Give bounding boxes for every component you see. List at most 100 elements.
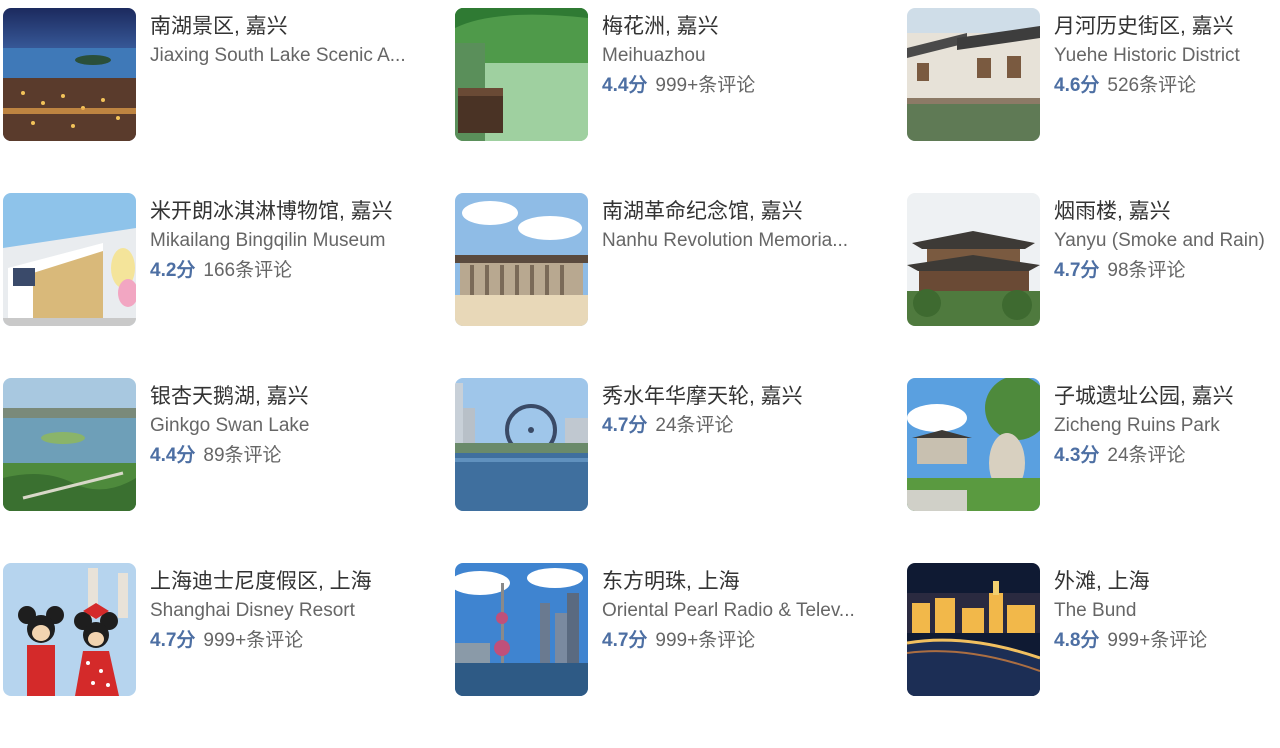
review-count[interactable]: 166条评论: [203, 260, 292, 281]
meihuazhou-green-river-boat-image: [455, 8, 588, 141]
attractions-grid: 南湖景区, 嘉兴 Jiaxing South Lake Scenic A... …: [3, 8, 1280, 748]
mickey-minnie-castle-image: [3, 563, 136, 696]
attraction-meta: 4.8分 999+条评论: [1054, 626, 1280, 656]
attraction-card[interactable]: 东方明珠, 上海 Oriental Pearl Radio & Telev...…: [455, 563, 907, 748]
attraction-info: 银杏天鹅湖, 嘉兴 Ginkgo Swan Lake 4.4分 89条评论: [150, 378, 455, 471]
attraction-photo[interactable]: [907, 378, 1040, 511]
attraction-info: 外滩, 上海 The Bund 4.8分 999+条评论: [1054, 563, 1280, 656]
attraction-subtitle: Zicheng Ruins Park: [1054, 415, 1220, 436]
attraction-photo[interactable]: [3, 193, 136, 326]
rating-score: 4.7分: [602, 630, 648, 651]
attraction-subtitle: Mikailang Bingqilin Museum: [150, 230, 386, 251]
attraction-info: 东方明珠, 上海 Oriental Pearl Radio & Telev...…: [602, 563, 907, 656]
rating-score: 4.8分: [1054, 630, 1100, 651]
attraction-card[interactable]: 外滩, 上海 The Bund 4.8分 999+条评论: [907, 563, 1280, 748]
attraction-title[interactable]: 南湖景区, 嘉兴: [150, 12, 455, 41]
attraction-subtitle: Yuehe Historic District: [1054, 45, 1240, 66]
attraction-info: 秀水年华摩天轮, 嘉兴 4.7分 24条评论: [602, 378, 907, 441]
attraction-card[interactable]: 南湖景区, 嘉兴 Jiaxing South Lake Scenic A...: [3, 8, 455, 193]
attraction-info: 南湖景区, 嘉兴 Jiaxing South Lake Scenic A...: [150, 8, 455, 71]
attraction-photo[interactable]: [907, 563, 1040, 696]
attraction-subtitle: The Bund: [1054, 600, 1137, 621]
yanyu-pavilion-image: [907, 193, 1040, 326]
attraction-subtitle: Nanhu Revolution Memoria...: [602, 230, 849, 251]
swan-lake-aerial-image: [3, 378, 136, 511]
rating-score: 4.3分: [1054, 445, 1100, 466]
rating-score: 4.4分: [150, 445, 196, 466]
attraction-card[interactable]: 子城遗址公园, 嘉兴 Zicheng Ruins Park 4.3分 24条评论: [907, 378, 1280, 563]
attraction-meta: 4.6分 526条评论: [1054, 71, 1280, 101]
south-lake-night-aerial-image: [3, 8, 136, 141]
review-count[interactable]: 24条评论: [655, 415, 733, 436]
attraction-photo[interactable]: [455, 378, 588, 511]
attraction-card[interactable]: 月河历史街区, 嘉兴 Yuehe Historic District 4.6分 5…: [907, 8, 1280, 193]
ice-cream-museum-building-image: [3, 193, 136, 326]
attraction-title[interactable]: 秀水年华摩天轮, 嘉兴: [602, 382, 907, 411]
oriental-pearl-skyline-image: [455, 563, 588, 696]
attraction-info: 梅花洲, 嘉兴 Meihuazhou 4.4分 999+条评论: [602, 8, 907, 101]
review-count[interactable]: 98条评论: [1107, 260, 1185, 281]
attraction-card[interactable]: 秀水年华摩天轮, 嘉兴 4.7分 24条评论: [455, 378, 907, 563]
review-count[interactable]: 999+条评论: [655, 75, 755, 96]
rating-score: 4.7分: [150, 630, 196, 651]
attraction-card[interactable]: 烟雨楼, 嘉兴 Yanyu (Smoke and Rain) 4.7分 98条评论: [907, 193, 1280, 378]
zicheng-gate-stone-image: [907, 378, 1040, 511]
attraction-title[interactable]: 外滩, 上海: [1054, 567, 1280, 596]
attraction-title[interactable]: 月河历史街区, 嘉兴: [1054, 12, 1280, 41]
attraction-meta: 4.7分 24条评论: [602, 411, 907, 441]
attraction-card[interactable]: 梅花洲, 嘉兴 Meihuazhou 4.4分 999+条评论: [455, 8, 907, 193]
attraction-subtitle: Yanyu (Smoke and Rain): [1054, 230, 1265, 251]
attraction-info: 子城遗址公园, 嘉兴 Zicheng Ruins Park 4.3分 24条评论: [1054, 378, 1280, 471]
attraction-subtitle: Oriental Pearl Radio & Telev...: [602, 600, 855, 621]
attraction-title[interactable]: 银杏天鹅湖, 嘉兴: [150, 382, 455, 411]
attraction-info: 上海迪士尼度假区, 上海 Shanghai Disney Resort 4.7分…: [150, 563, 455, 656]
attraction-meta: 4.4分 89条评论: [150, 441, 455, 471]
attraction-photo[interactable]: [455, 193, 588, 326]
review-count[interactable]: 89条评论: [203, 445, 281, 466]
attraction-title[interactable]: 梅花洲, 嘉兴: [602, 12, 907, 41]
attraction-meta: 4.3分 24条评论: [1054, 441, 1280, 471]
attraction-subtitle: Meihuazhou: [602, 45, 706, 66]
rating-score: 4.7分: [1054, 260, 1100, 281]
attraction-info: 米开朗冰淇淋博物馆, 嘉兴 Mikailang Bingqilin Museum…: [150, 193, 455, 286]
attraction-photo[interactable]: [3, 8, 136, 141]
attraction-meta: 4.7分 98条评论: [1054, 256, 1280, 286]
rating-score: 4.6分: [1054, 75, 1100, 96]
attraction-card[interactable]: 米开朗冰淇淋博物馆, 嘉兴 Mikailang Bingqilin Museum…: [3, 193, 455, 378]
attraction-title[interactable]: 烟雨楼, 嘉兴: [1054, 197, 1280, 226]
attraction-info: 南湖革命纪念馆, 嘉兴 Nanhu Revolution Memoria...: [602, 193, 907, 256]
attraction-subtitle: Jiaxing South Lake Scenic A...: [150, 45, 406, 66]
attraction-photo[interactable]: [3, 563, 136, 696]
review-count[interactable]: 999+条评论: [1107, 630, 1207, 651]
attraction-photo[interactable]: [907, 8, 1040, 141]
attraction-title[interactable]: 上海迪士尼度假区, 上海: [150, 567, 455, 596]
rating-score: 4.4分: [602, 75, 648, 96]
attraction-photo[interactable]: [455, 563, 588, 696]
attraction-meta: 4.7分 999+条评论: [602, 626, 907, 656]
attraction-photo[interactable]: [455, 8, 588, 141]
rating-score: 4.7分: [602, 415, 648, 436]
review-count[interactable]: 24条评论: [1107, 445, 1185, 466]
attraction-title[interactable]: 东方明珠, 上海: [602, 567, 907, 596]
attraction-card[interactable]: 上海迪士尼度假区, 上海 Shanghai Disney Resort 4.7分…: [3, 563, 455, 748]
yuehe-old-houses-canal-image: [907, 8, 1040, 141]
review-count[interactable]: 999+条评论: [203, 630, 303, 651]
attraction-card[interactable]: 银杏天鹅湖, 嘉兴 Ginkgo Swan Lake 4.4分 89条评论: [3, 378, 455, 563]
attraction-info: 烟雨楼, 嘉兴 Yanyu (Smoke and Rain) 4.7分 98条评论: [1054, 193, 1280, 286]
attraction-meta: 4.4分 999+条评论: [602, 71, 907, 101]
attraction-photo[interactable]: [907, 193, 1040, 326]
attraction-meta: 4.7分 999+条评论: [150, 626, 455, 656]
review-count[interactable]: 526条评论: [1107, 75, 1196, 96]
attraction-title[interactable]: 米开朗冰淇淋博物馆, 嘉兴: [150, 197, 455, 226]
memorial-hall-columns-image: [455, 193, 588, 326]
attraction-title[interactable]: 子城遗址公园, 嘉兴: [1054, 382, 1280, 411]
attraction-info: 月河历史街区, 嘉兴 Yuehe Historic District 4.6分 5…: [1054, 8, 1280, 101]
attraction-subtitle: Shanghai Disney Resort: [150, 600, 355, 621]
ferris-wheel-lake-image: [455, 378, 588, 511]
attraction-photo[interactable]: [3, 378, 136, 511]
review-count[interactable]: 999+条评论: [655, 630, 755, 651]
attraction-title[interactable]: 南湖革命纪念馆, 嘉兴: [602, 197, 907, 226]
attraction-meta: 4.2分 166条评论: [150, 256, 455, 286]
attraction-subtitle: Ginkgo Swan Lake: [150, 415, 310, 436]
attraction-card[interactable]: 南湖革命纪念馆, 嘉兴 Nanhu Revolution Memoria...: [455, 193, 907, 378]
